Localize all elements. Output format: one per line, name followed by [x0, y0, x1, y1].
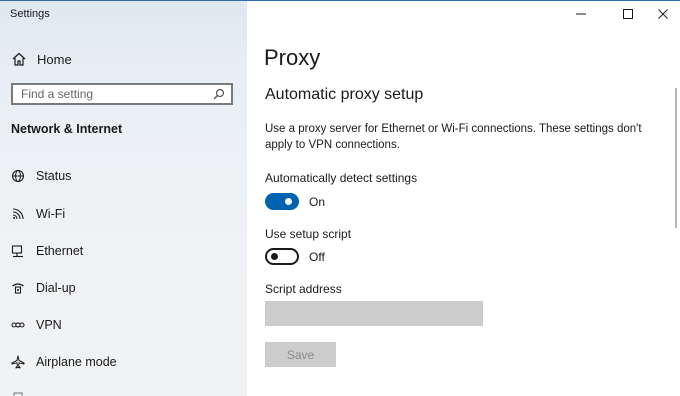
- minimize-icon: [576, 13, 586, 15]
- mobile-hotspot-icon: [11, 391, 25, 396]
- setup-script-toggle[interactable]: [265, 248, 299, 265]
- scrollbar[interactable]: [675, 88, 677, 228]
- page-title: Proxy: [264, 45, 321, 70]
- search-box[interactable]: [11, 83, 233, 105]
- ethernet-icon: [11, 244, 25, 258]
- sidebar: Settings Home Network & Internet Status: [0, 0, 247, 396]
- dialup-icon: [11, 281, 25, 295]
- sidebar-item-vpn[interactable]: VPN: [11, 315, 62, 335]
- app-title: Settings: [10, 8, 50, 20]
- sidebar-item-airplane-mode[interactable]: Airplane mode: [11, 352, 117, 372]
- wifi-icon: [11, 207, 25, 221]
- airplane-icon: [11, 355, 25, 369]
- setup-script-state: Off: [309, 250, 325, 264]
- sidebar-item-wifi[interactable]: Wi-Fi: [11, 204, 65, 224]
- maximize-icon: [623, 9, 633, 19]
- setup-script-label: Use setup script: [265, 227, 352, 241]
- sidebar-item-label: Airplane mode: [36, 355, 117, 369]
- sidebar-item-label: VPN: [36, 318, 62, 332]
- sidebar-item-label: Wi-Fi: [36, 207, 66, 221]
- script-address-input[interactable]: [265, 301, 483, 326]
- auto-detect-state: On: [309, 195, 326, 209]
- minimize-button[interactable]: [569, 4, 593, 24]
- sidebar-item-label: Status: [36, 169, 72, 183]
- auto-detect-label: Automatically detect settings: [265, 171, 418, 185]
- category-title: Network & Internet: [11, 122, 123, 136]
- home-label: Home: [37, 51, 72, 67]
- vpn-icon: [11, 318, 25, 332]
- save-button[interactable]: Save: [265, 342, 336, 367]
- maximize-button[interactable]: [616, 4, 640, 24]
- close-icon: [658, 9, 668, 19]
- sidebar-item-ethernet[interactable]: Ethernet: [11, 241, 83, 261]
- home-nav-item[interactable]: Home: [11, 50, 72, 68]
- home-icon: [11, 51, 27, 67]
- toggle-knob: [271, 253, 278, 260]
- search-input[interactable]: [21, 87, 201, 101]
- settings-window: Settings Home Network & Internet Status: [0, 0, 680, 396]
- sidebar-item-dialup[interactable]: Dial-up: [11, 278, 76, 298]
- sidebar-item-label: Dial-up: [36, 281, 76, 295]
- section-heading: Automatic proxy setup: [265, 86, 424, 103]
- sidebar-item-status[interactable]: Status: [11, 166, 71, 186]
- sidebar-item-label: Ethernet: [36, 244, 84, 258]
- close-button[interactable]: [651, 4, 675, 24]
- globe-icon: [11, 169, 25, 183]
- main-content: Proxy Automatic proxy setup Use a proxy …: [247, 0, 680, 396]
- auto-detect-toggle[interactable]: [265, 193, 299, 210]
- script-address-label: Script address: [265, 282, 342, 296]
- search-icon[interactable]: [213, 88, 225, 100]
- sidebar-item-partial[interactable]: [11, 388, 36, 396]
- toggle-knob: [285, 198, 292, 205]
- description-text: Use a proxy server for Ethernet or Wi-Fi…: [265, 123, 642, 151]
